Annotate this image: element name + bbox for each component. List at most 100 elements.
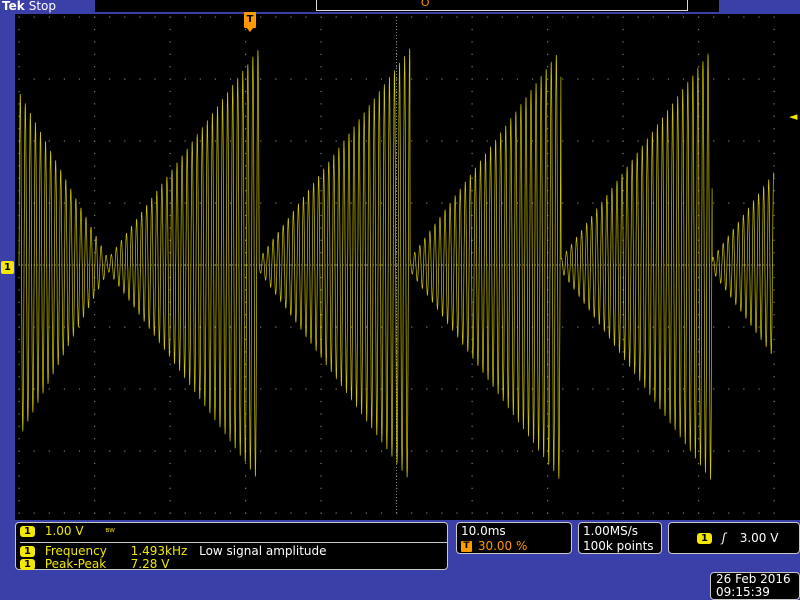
graticule-dot xyxy=(592,388,594,390)
graticule-dot xyxy=(290,202,292,204)
graticule-dot xyxy=(169,177,171,179)
trigger-position-marker-icon[interactable]: T xyxy=(244,12,256,32)
trigger-level-marker-icon[interactable]: ◄ xyxy=(789,111,797,122)
measurement-1-channel-badge: 1 xyxy=(20,546,35,557)
graticule-dot xyxy=(713,450,715,452)
date: 26 Feb 2016 xyxy=(716,572,791,586)
graticule-dot xyxy=(18,363,20,365)
graticule-dot xyxy=(78,450,81,452)
graticule-dot xyxy=(290,264,292,266)
graticule-dot xyxy=(320,53,322,55)
graticule-dot xyxy=(441,202,443,204)
graticule-dot xyxy=(109,16,111,18)
graticule-dot xyxy=(592,78,594,80)
measurement-2-channel-badge: 1 xyxy=(20,559,35,570)
graticule-dot xyxy=(229,202,232,204)
graticule-dot xyxy=(229,450,232,452)
graticule-dot xyxy=(320,438,322,440)
graticule-dot xyxy=(305,16,307,18)
measurement-row-peak-peak[interactable]: 1 Peak-Peak 7.28 V xyxy=(20,557,169,571)
graticule-dot xyxy=(607,326,609,328)
graticule-dot xyxy=(622,425,624,427)
graticule-dot xyxy=(773,338,775,341)
graticule-dot xyxy=(169,202,171,204)
graticule-dot xyxy=(743,264,745,266)
graticule-dot xyxy=(713,140,715,142)
graticule-dot xyxy=(109,202,111,204)
channel-1-scale-readout[interactable]: 1 1.00 V ᴮᵂ xyxy=(20,524,115,538)
record-view-window[interactable] xyxy=(316,0,688,11)
graticule-dot xyxy=(426,326,428,328)
graticule-dot xyxy=(245,66,247,68)
graticule-dot xyxy=(109,78,111,80)
graticule-dot xyxy=(577,388,579,390)
graticule-dot xyxy=(743,326,745,328)
graticule-dot xyxy=(607,512,609,514)
horizontal-panel[interactable]: 10.0ms T 30.00 % xyxy=(456,522,572,554)
acquisition-panel[interactable]: 1.00MS/s 100k points xyxy=(578,522,662,554)
channel-measurement-panel[interactable]: 1 1.00 V ᴮᵂ 1 Frequency 1.493kHz Low sig… xyxy=(15,522,448,571)
graticule-dot xyxy=(773,90,775,93)
graticule-dot xyxy=(245,214,247,217)
trigger-panel[interactable]: 1 ʃ 3.00 V xyxy=(668,522,800,554)
graticule-dot xyxy=(607,78,609,80)
graticule-dot xyxy=(562,140,564,142)
graticule-dot xyxy=(63,140,65,142)
graticule-dot xyxy=(471,202,473,204)
graticule-dot xyxy=(577,140,579,142)
graticule-dot xyxy=(169,475,171,477)
graticule-dot xyxy=(637,512,639,514)
graticule-dot xyxy=(396,152,398,155)
graticule-dot xyxy=(758,388,760,390)
graticule-dot xyxy=(622,413,624,415)
graticule-dot xyxy=(169,90,171,93)
graticule-dot xyxy=(396,276,398,279)
graticule-dot xyxy=(275,512,277,514)
graticule-dot xyxy=(577,202,579,204)
graticule-dot xyxy=(698,425,700,427)
graticule-dot xyxy=(305,450,307,452)
record-view-bar[interactable]: Ʊ xyxy=(95,0,719,12)
graticule-dot xyxy=(199,202,201,204)
graticule-dot xyxy=(169,413,171,415)
graticule-dot xyxy=(547,90,549,93)
graticule-dot xyxy=(94,165,96,167)
graticule-dot xyxy=(169,115,171,117)
graticule-dot xyxy=(139,16,141,18)
graticule-dot xyxy=(18,301,20,303)
graticule-dot xyxy=(547,128,549,130)
graticule-dot xyxy=(471,90,473,93)
graticule-dot xyxy=(94,413,96,415)
graticule-dot xyxy=(698,53,700,55)
graticule-dot xyxy=(94,512,96,514)
graticule-dot xyxy=(562,78,564,80)
graticule-dot xyxy=(169,425,171,427)
graticule-dot xyxy=(320,90,322,93)
graticule-dot xyxy=(592,326,594,328)
graticule-dot xyxy=(441,512,443,514)
graticule-dot xyxy=(547,115,549,117)
graticule-dot xyxy=(441,16,443,18)
graticule-dot xyxy=(547,487,549,489)
graticule-dot xyxy=(471,214,473,217)
graticule-dot xyxy=(33,512,35,514)
graticule-dot xyxy=(124,16,126,18)
graticule-dot xyxy=(713,202,715,204)
trigger-channel-badge: 1 xyxy=(697,533,712,544)
graticule-dot xyxy=(426,450,428,452)
graticule-dot xyxy=(214,202,216,204)
graticule-dot xyxy=(94,140,96,142)
graticule-dot xyxy=(94,128,96,130)
graticule-dot xyxy=(773,190,775,192)
graticule-dot xyxy=(139,388,141,390)
graticule-dot xyxy=(18,450,20,452)
graticule-dot xyxy=(94,475,96,477)
graticule-dot xyxy=(622,177,624,179)
graticule-dot xyxy=(169,53,171,55)
graticule-dot xyxy=(169,128,171,130)
graticule-dot xyxy=(229,140,232,142)
channel-1-ground-marker-icon[interactable]: 1 xyxy=(1,261,14,274)
graticule-dot xyxy=(758,140,760,142)
measurement-row-frequency[interactable]: 1 Frequency 1.493kHz Low signal amplitud… xyxy=(20,544,327,558)
record-length: 100k points xyxy=(583,539,654,553)
